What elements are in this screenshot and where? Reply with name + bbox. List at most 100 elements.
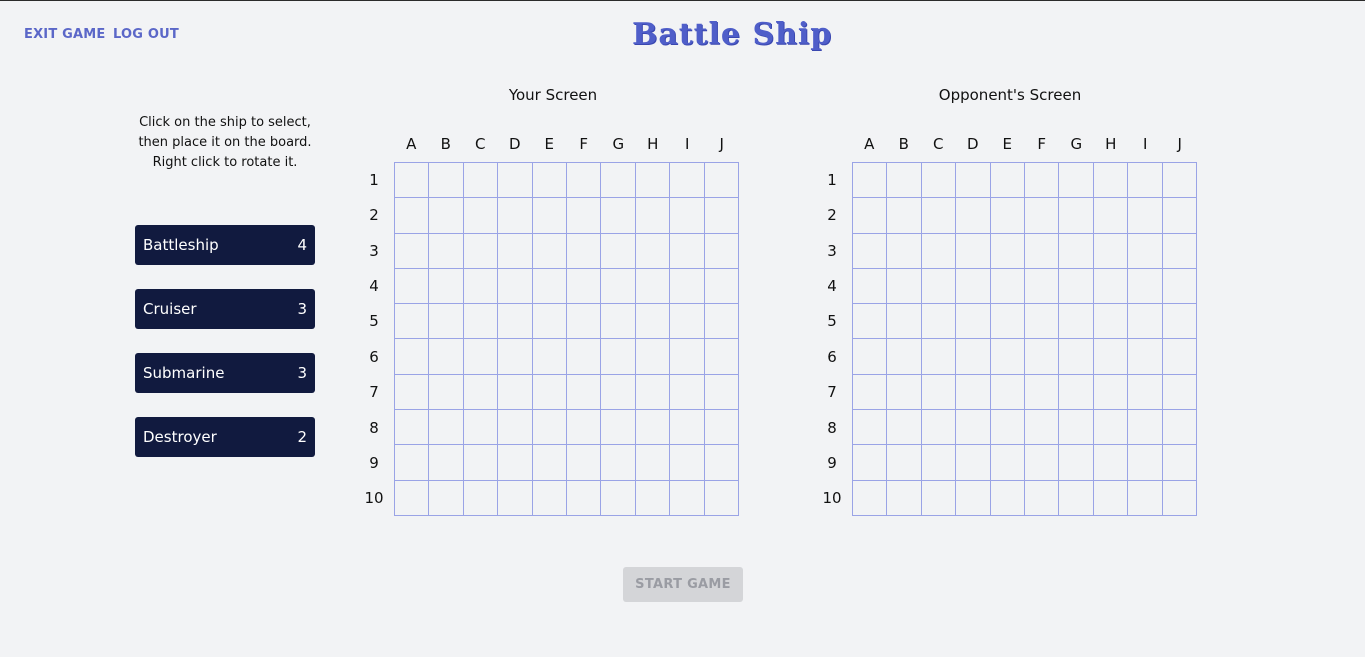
player-board-cell[interactable] bbox=[601, 480, 636, 516]
player-board-cell[interactable] bbox=[429, 163, 464, 199]
opponent-board-cell[interactable] bbox=[921, 374, 957, 411]
opponent-board-cell[interactable] bbox=[990, 445, 1025, 481]
opponent-board-cell[interactable] bbox=[853, 410, 888, 446]
opponent-board-cell[interactable] bbox=[853, 374, 888, 411]
opponent-board-cell[interactable] bbox=[990, 304, 1025, 340]
opponent-board-cell[interactable] bbox=[1128, 268, 1163, 305]
player-board-cell[interactable] bbox=[704, 374, 739, 411]
player-board-cell[interactable] bbox=[601, 268, 636, 305]
player-board-cell[interactable] bbox=[463, 480, 499, 516]
player-board-cell[interactable] bbox=[670, 445, 705, 481]
player-board-cell[interactable] bbox=[670, 374, 705, 411]
opponent-board-cell[interactable] bbox=[853, 268, 888, 305]
opponent-board-cell[interactable] bbox=[1128, 304, 1163, 340]
player-board-cell[interactable] bbox=[532, 410, 567, 446]
player-board-cell[interactable] bbox=[670, 410, 705, 446]
player-board-cell[interactable] bbox=[635, 268, 671, 305]
player-board-cell[interactable] bbox=[567, 374, 602, 411]
player-board-cell[interactable] bbox=[704, 410, 739, 446]
opponent-board-cell[interactable] bbox=[956, 233, 991, 269]
player-board-cell[interactable] bbox=[704, 198, 739, 234]
opponent-board-cell[interactable] bbox=[887, 268, 922, 305]
opponent-board-cell[interactable] bbox=[956, 163, 991, 199]
opponent-board-grid[interactable] bbox=[852, 162, 1197, 516]
opponent-board-cell[interactable] bbox=[1093, 304, 1129, 340]
player-board-cell[interactable] bbox=[395, 304, 430, 340]
player-board-cell[interactable] bbox=[670, 480, 705, 516]
player-board-cell[interactable] bbox=[670, 268, 705, 305]
player-board-cell[interactable] bbox=[601, 163, 636, 199]
player-board-cell[interactable] bbox=[463, 268, 499, 305]
opponent-board-cell[interactable] bbox=[921, 445, 957, 481]
player-board-cell[interactable] bbox=[601, 233, 636, 269]
opponent-board-cell[interactable] bbox=[956, 374, 991, 411]
ship-button-battleship[interactable]: Battleship 4 bbox=[135, 225, 315, 265]
player-board-cell[interactable] bbox=[429, 233, 464, 269]
player-board-cell[interactable] bbox=[429, 374, 464, 411]
opponent-board-cell[interactable] bbox=[990, 163, 1025, 199]
player-board-cell[interactable] bbox=[498, 445, 533, 481]
opponent-board-cell[interactable] bbox=[1093, 233, 1129, 269]
opponent-board-cell[interactable] bbox=[956, 339, 991, 375]
opponent-board-cell[interactable] bbox=[1128, 233, 1163, 269]
opponent-board-cell[interactable] bbox=[921, 480, 957, 516]
opponent-board-cell[interactable] bbox=[1162, 198, 1197, 234]
opponent-board-cell[interactable] bbox=[990, 480, 1025, 516]
player-board-cell[interactable] bbox=[395, 268, 430, 305]
opponent-board-cell[interactable] bbox=[956, 198, 991, 234]
opponent-board-cell[interactable] bbox=[1162, 445, 1197, 481]
player-board-cell[interactable] bbox=[567, 268, 602, 305]
player-board-cell[interactable] bbox=[429, 410, 464, 446]
opponent-board-cell[interactable] bbox=[1025, 163, 1060, 199]
opponent-board-cell[interactable] bbox=[853, 163, 888, 199]
opponent-board-cell[interactable] bbox=[1093, 374, 1129, 411]
player-board-cell[interactable] bbox=[601, 374, 636, 411]
player-board-cell[interactable] bbox=[429, 198, 464, 234]
player-board-cell[interactable] bbox=[704, 445, 739, 481]
opponent-board-cell[interactable] bbox=[1093, 198, 1129, 234]
opponent-board-cell[interactable] bbox=[1162, 374, 1197, 411]
player-board-cell[interactable] bbox=[704, 233, 739, 269]
player-board-cell[interactable] bbox=[670, 198, 705, 234]
opponent-board-cell[interactable] bbox=[887, 233, 922, 269]
opponent-board-cell[interactable] bbox=[921, 410, 957, 446]
player-board-cell[interactable] bbox=[670, 233, 705, 269]
opponent-board-cell[interactable] bbox=[887, 445, 922, 481]
player-board-cell[interactable] bbox=[463, 374, 499, 411]
opponent-board-cell[interactable] bbox=[1093, 445, 1129, 481]
player-board-cell[interactable] bbox=[395, 374, 430, 411]
opponent-board-cell[interactable] bbox=[1059, 268, 1094, 305]
opponent-board-cell[interactable] bbox=[1093, 163, 1129, 199]
player-board-cell[interactable] bbox=[395, 410, 430, 446]
opponent-board-cell[interactable] bbox=[1128, 410, 1163, 446]
player-board-cell[interactable] bbox=[429, 304, 464, 340]
player-board-cell[interactable] bbox=[601, 339, 636, 375]
opponent-board-cell[interactable] bbox=[887, 410, 922, 446]
opponent-board-cell[interactable] bbox=[1162, 268, 1197, 305]
opponent-board-cell[interactable] bbox=[1059, 304, 1094, 340]
opponent-board-cell[interactable] bbox=[1059, 163, 1094, 199]
opponent-board-cell[interactable] bbox=[853, 480, 888, 516]
opponent-board-cell[interactable] bbox=[1025, 445, 1060, 481]
opponent-board-cell[interactable] bbox=[956, 410, 991, 446]
player-board-cell[interactable] bbox=[635, 445, 671, 481]
log-out-link[interactable]: LOG OUT bbox=[113, 27, 179, 42]
player-board-cell[interactable] bbox=[601, 445, 636, 481]
opponent-board-cell[interactable] bbox=[853, 233, 888, 269]
opponent-board-cell[interactable] bbox=[1025, 304, 1060, 340]
opponent-board-cell[interactable] bbox=[887, 339, 922, 375]
player-board-cell[interactable] bbox=[567, 198, 602, 234]
opponent-board-cell[interactable] bbox=[921, 198, 957, 234]
player-board-cell[interactable] bbox=[532, 445, 567, 481]
player-board-cell[interactable] bbox=[463, 163, 499, 199]
opponent-board-cell[interactable] bbox=[1025, 339, 1060, 375]
player-board-cell[interactable] bbox=[498, 374, 533, 411]
opponent-board-cell[interactable] bbox=[1025, 198, 1060, 234]
opponent-board-cell[interactable] bbox=[887, 480, 922, 516]
opponent-board-cell[interactable] bbox=[1025, 233, 1060, 269]
player-board-cell[interactable] bbox=[395, 339, 430, 375]
player-board-cell[interactable] bbox=[498, 233, 533, 269]
player-board-cell[interactable] bbox=[532, 233, 567, 269]
opponent-board-cell[interactable] bbox=[921, 304, 957, 340]
player-board-cell[interactable] bbox=[635, 233, 671, 269]
